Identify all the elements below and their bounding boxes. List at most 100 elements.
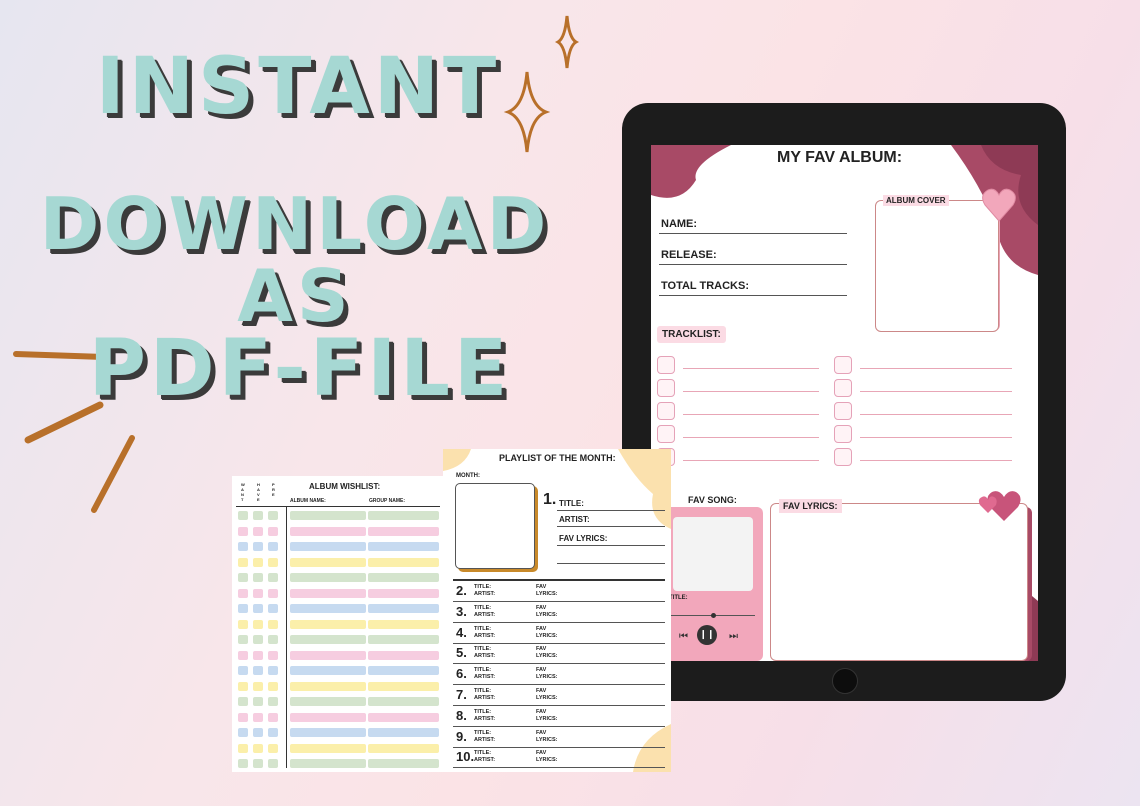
track-line [860, 460, 1012, 461]
playlist-title-label: TITLE: [474, 667, 492, 674]
wishlist-field [290, 511, 366, 520]
fav-lyrics-label: FAV LYRICS: [779, 499, 842, 513]
playlist-title-label: TITLE: [474, 750, 492, 757]
track-checkbox [834, 356, 852, 374]
wishlist-title: ALBUM WISHLIST: [309, 482, 381, 491]
playlist-lyrics-label: LYRICS: [536, 653, 558, 660]
wishlist-field [290, 573, 366, 582]
previous-icon: ⏮ [679, 631, 688, 642]
playlist-fav-label: FAV [536, 604, 547, 611]
wishlist-field [368, 573, 439, 582]
playlist-divider [453, 601, 665, 602]
wishlist-field [290, 743, 366, 753]
track-checkbox [834, 448, 852, 466]
fav-song-player: TITLE: ⏮ ❙❙ ⏭ [665, 507, 763, 661]
wishlist-checkbox [238, 712, 248, 722]
playlist-lyrics-label: LYRICS: [536, 674, 558, 681]
tracklist-label: TRACKLIST: [657, 326, 726, 343]
album-cover-label: ALBUM COVER [883, 195, 949, 206]
playlist-title-label: TITLE: [474, 625, 492, 632]
wishlist-checkbox [253, 588, 263, 598]
pause-icon: ❙❙ [697, 625, 717, 645]
playlist-fav-label: FAV [536, 584, 547, 590]
name-field-label: NAME: [661, 218, 698, 230]
track-checkbox [834, 425, 852, 443]
wishlist-field [290, 728, 366, 737]
wishlist-checkbox [238, 573, 248, 582]
playlist-entry-number: 6. [456, 666, 467, 682]
playlist-fav-label: FAV [536, 708, 547, 715]
fav-lyrics-box [770, 503, 1028, 661]
wishlist-checkbox [253, 712, 263, 722]
wishlist-checkbox [238, 666, 248, 675]
playlist-title-label: TITLE: [474, 729, 492, 736]
playlist-artist-label: ARTIST: [474, 632, 496, 639]
wishlist-checkbox [253, 526, 263, 536]
playlist-artist-label: ARTIST: [474, 591, 496, 597]
playlist-artist-label: ARTIST: [474, 695, 496, 701]
want-header: WANT [241, 482, 245, 502]
playlist-fav-label: FAV [536, 750, 547, 757]
playlist-fav-label: FAV [536, 688, 547, 694]
wishlist-checkbox [253, 697, 263, 706]
month-cover [455, 483, 535, 569]
wishlist-field [368, 635, 439, 644]
have-header: HAVE [257, 482, 260, 502]
wishlist-checkbox [268, 557, 278, 567]
wishlist-field [368, 697, 439, 706]
wishlist-checkbox [238, 604, 248, 613]
track-checkbox [657, 425, 675, 443]
wishlist-checkbox [238, 588, 248, 598]
wishlist-checkbox [268, 511, 278, 520]
playlist-divider [453, 642, 665, 644]
wishlist-checkbox [238, 743, 248, 753]
wishlist-field [368, 604, 439, 613]
wishlist-field [290, 759, 366, 768]
first-track-number: 1. [543, 491, 557, 508]
wishlist-field [290, 542, 366, 551]
album-page-title: MY FAV ALBUM: [777, 149, 903, 166]
playlist-entry-number: 3. [456, 603, 467, 619]
track-checkbox [657, 356, 675, 374]
release-field-label: RELEASE: [661, 249, 717, 261]
playlist-title: PLAYLIST OF THE MONTH: [499, 453, 616, 463]
wishlist-field [368, 511, 439, 520]
playlist-entry-number: 2. [456, 583, 467, 598]
playlist-entry-number: 10. [456, 749, 475, 765]
fav-song-label: FAV SONG: [688, 495, 737, 505]
wishlist-field [290, 557, 366, 567]
headline-line-2: DOWNLOAD AS [39, 182, 551, 338]
wishlist-checkbox [268, 635, 278, 644]
album-wishlist-sheet: ALBUM WISHLIST: WANT HAVE PRE ALBUM NAME… [232, 476, 444, 772]
track-checkbox [834, 402, 852, 420]
playlist-lyrics-label: LYRICS: [536, 736, 558, 743]
first-artist-label: ARTIST: [559, 515, 590, 524]
playlist-lyrics-label: LYRICS: [536, 757, 558, 764]
wishlist-checkbox [268, 712, 278, 722]
playlist-title-label: TITLE: [474, 708, 492, 715]
playlist-title-label: TITLE: [474, 688, 492, 694]
playlist-divider [453, 746, 665, 748]
headline-line-3: PDF-FILE [88, 324, 512, 414]
playlist-lyrics-label: LYRICS: [536, 695, 558, 701]
playlist-title-label: TITLE: [474, 604, 492, 611]
track-line [683, 368, 819, 369]
month-label: MONTH: [456, 473, 480, 479]
playlist-fav-label: FAV [536, 646, 547, 653]
hearts-icon [978, 491, 1021, 521]
playlist-sheet: PLAYLIST OF THE MONTH: MONTH: 1. TITLE: … [443, 449, 671, 772]
wishlist-checkbox [268, 728, 278, 737]
wishlist-field [290, 681, 366, 691]
wishlist-checkbox [268, 759, 278, 768]
wishlist-checkbox [268, 681, 278, 691]
fav-song-title-label: TITLE: [669, 595, 688, 601]
next-icon: ⏭ [729, 631, 738, 642]
wishlist-checkbox [268, 650, 278, 660]
playlist-artist-label: ARTIST: [474, 653, 496, 660]
track-line [683, 460, 819, 461]
wishlist-field [368, 759, 439, 768]
wishlist-field [290, 604, 366, 613]
wishlist-checkbox [253, 743, 263, 753]
wishlist-field [290, 697, 366, 706]
wishlist-checkbox [253, 511, 263, 520]
